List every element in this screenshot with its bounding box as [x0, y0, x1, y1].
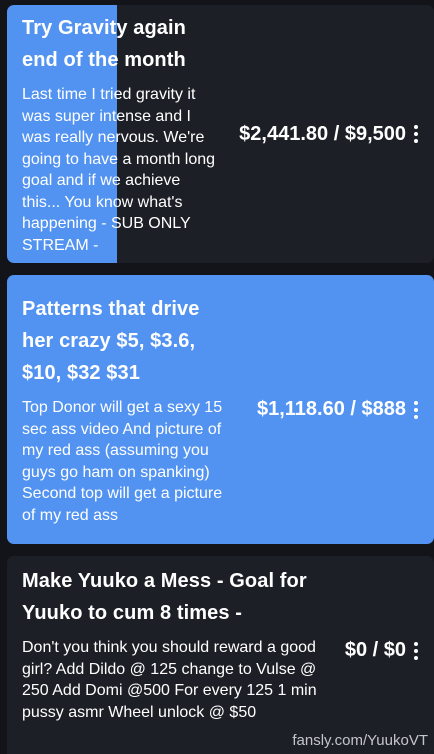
kebab-icon[interactable] [414, 399, 420, 421]
goal-description: Top Donor will get a sexy 15 sec ass vid… [22, 399, 223, 524]
kebab-icon[interactable] [414, 123, 420, 145]
goal-description: Don't you think you should reward a good… [22, 639, 317, 721]
goal-amount: $2,441.80 / $9,500 [239, 122, 406, 145]
goal-amount: $1,118.60 / $888 [256, 398, 406, 420]
watermark: fansly.com/YuukoVT [292, 732, 428, 749]
goal-title: Try Gravity again end of the month [22, 17, 186, 71]
goal-card[interactable]: Patterns that drive her crazy $5, $3.6, … [7, 275, 434, 544]
goal-title: Make Yuuko a Mess - Goal for Yuuko to cu… [22, 570, 307, 624]
goal-card[interactable]: Try Gravity again end of the month Last … [7, 5, 434, 263]
goal-title: Patterns that drive her crazy $5, $3.6, … [22, 298, 200, 384]
goal-amount: $0 / $0 [344, 639, 406, 661]
kebab-icon[interactable] [414, 640, 420, 662]
goal-card[interactable]: Make Yuuko a Mess - Goal for Yuuko to cu… [7, 556, 434, 754]
goal-description: Last time I tried gravity it was super i… [22, 86, 216, 254]
